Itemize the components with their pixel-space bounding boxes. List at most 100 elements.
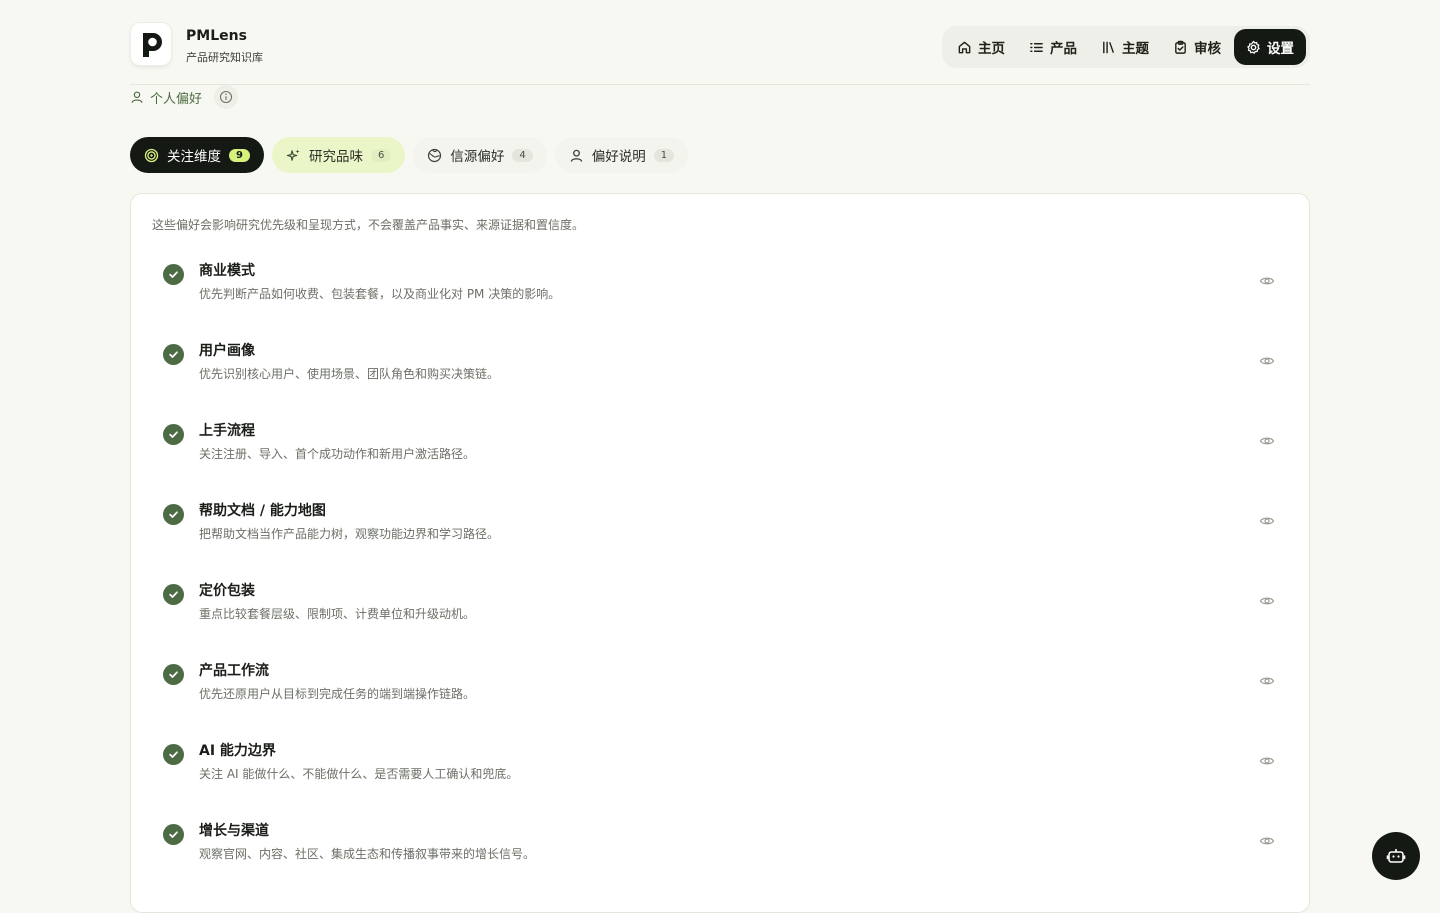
tab-count-badge: 9 (229, 148, 250, 162)
brand-subtitle: 产品研究知识库 (186, 51, 263, 64)
app-logo[interactable] (130, 22, 172, 66)
preference-tabs: 关注维度 9 研究品味 6 信源偏好 4 偏好说明 1 (130, 137, 689, 173)
dimension-row[interactable]: 用户画像优先识别核心用户、使用场景、团队角色和购买决策链。 (131, 334, 1309, 414)
nav-item-home[interactable]: 主页 (946, 29, 1016, 65)
tab-preference-notes[interactable]: 偏好说明 1 (554, 137, 689, 173)
tab-source-preference[interactable]: 信源偏好 4 (413, 137, 547, 173)
enabled-check-toggle[interactable] (163, 824, 184, 845)
dimension-title: 产品工作流 (199, 663, 269, 679)
user-icon (570, 149, 583, 162)
tab-label: 信源偏好 (450, 149, 505, 165)
panel-description: 这些偏好会影响研究优先级和呈现方式，不会覆盖产品事实、来源证据和置信度。 (152, 218, 585, 232)
check-icon (169, 351, 178, 358)
dimension-description: 观察官网、内容、社区、集成生态和传播叙事带来的增长信号。 (199, 847, 536, 861)
visibility-toggle[interactable] (1259, 433, 1275, 449)
nav-label: 主题 (1122, 41, 1149, 57)
section-title: 个人偏好 (150, 91, 203, 107)
enabled-check-toggle[interactable] (163, 424, 184, 445)
info-icon (219, 90, 233, 104)
enabled-check-toggle[interactable] (163, 664, 184, 685)
tab-research-taste[interactable]: 研究品味 6 (271, 137, 406, 173)
dimension-row[interactable]: 商业模式优先判断产品如何收费、包装套餐，以及商业化对 PM 决策的影响。 (131, 254, 1309, 334)
dimension-row[interactable]: 帮助文档 / 能力地图把帮助文档当作产品能力树，观察功能边界和学习路径。 (131, 494, 1309, 574)
nav-item-products[interactable]: 产品 (1018, 29, 1088, 65)
logo-p-icon (143, 33, 162, 57)
check-icon (169, 431, 178, 438)
dimension-title: 商业模式 (199, 263, 255, 279)
app-shell: PMLens 产品研究知识库 主页 产品 主题 审核 设置 个人偏好 关注维度 … (130, 0, 1310, 913)
nav-label: 主页 (978, 41, 1005, 57)
dimension-row[interactable]: AI 能力边界关注 AI 能做什么、不能做什么、是否需要人工确认和兜底。 (131, 734, 1309, 814)
enabled-check-toggle[interactable] (163, 744, 184, 765)
eye-icon (1259, 277, 1275, 285)
dimension-description: 关注 AI 能做什么、不能做什么、是否需要人工确认和兜底。 (199, 767, 519, 781)
list-icon (1030, 42, 1043, 52)
enabled-check-toggle[interactable] (163, 344, 184, 365)
tab-label: 研究品味 (308, 149, 363, 165)
user-icon (131, 91, 143, 103)
tab-focus-dimensions[interactable]: 关注维度 9 (130, 137, 264, 173)
dimension-title: 定价包装 (199, 583, 255, 599)
brand-name: PMLens (186, 28, 247, 44)
eye-icon (1259, 597, 1275, 605)
enabled-check-toggle[interactable] (163, 264, 184, 285)
nav-label: 设置 (1267, 41, 1294, 57)
visibility-toggle[interactable] (1259, 753, 1275, 769)
dimension-row[interactable]: 增长与渠道观察官网、内容、社区、集成生态和传播叙事带来的增长信号。 (131, 814, 1309, 894)
visibility-toggle[interactable] (1259, 273, 1275, 289)
home-icon (958, 41, 971, 53)
target-icon (144, 148, 159, 162)
tab-count-badge: 1 (653, 148, 675, 162)
section-breadcrumb: 个人偏好 (130, 85, 239, 109)
enabled-check-toggle[interactable] (163, 584, 184, 605)
dimension-title: 帮助文档 / 能力地图 (199, 503, 326, 519)
library-icon (1103, 41, 1114, 53)
dimension-row[interactable]: 上手流程关注注册、导入、首个成功动作和新用户激活路径。 (131, 414, 1309, 494)
eye-icon (1259, 517, 1275, 525)
visibility-toggle[interactable] (1259, 513, 1275, 529)
nav-item-settings[interactable]: 设置 (1234, 29, 1306, 65)
dimension-description: 优先识别核心用户、使用场景、团队角色和购买决策链。 (199, 367, 500, 381)
main-nav: 主页 产品 主题 审核 设置 (942, 26, 1310, 68)
globe-icon (428, 148, 442, 162)
nav-item-topics[interactable]: 主题 (1090, 29, 1160, 65)
assistant-button[interactable] (1372, 832, 1420, 880)
eye-icon (1259, 677, 1275, 685)
check-icon (169, 511, 178, 518)
eye-icon (1259, 357, 1275, 365)
dimension-description: 优先还原用户从目标到完成任务的端到端操作链路。 (199, 687, 476, 701)
clipboard-check-icon (1175, 40, 1186, 54)
dimension-description: 优先判断产品如何收费、包装套餐，以及商业化对 PM 决策的影响。 (199, 287, 561, 301)
visibility-toggle[interactable] (1259, 673, 1275, 689)
dimension-description: 重点比较套餐层级、限制项、计费单位和升级动机。 (199, 607, 476, 621)
sparkles-icon (286, 148, 300, 161)
gear-icon (1247, 40, 1260, 54)
check-icon (169, 271, 178, 278)
tab-label: 关注维度 (167, 149, 221, 165)
robot-icon (1386, 849, 1406, 863)
tab-count-badge: 6 (370, 148, 392, 162)
eye-icon (1259, 837, 1275, 845)
nav-item-review[interactable]: 审核 (1162, 29, 1232, 65)
visibility-toggle[interactable] (1259, 833, 1275, 849)
dimension-title: 增长与渠道 (199, 823, 269, 839)
dimension-title: 上手流程 (199, 423, 255, 439)
dimension-title: AI 能力边界 (199, 743, 276, 759)
top-header: PMLens 产品研究知识库 主页 产品 主题 审核 设置 (130, 0, 1310, 85)
check-icon (169, 831, 178, 838)
enabled-check-toggle[interactable] (163, 504, 184, 525)
check-icon (169, 591, 178, 598)
check-icon (169, 751, 178, 758)
eye-icon (1259, 437, 1275, 445)
dimension-title: 用户画像 (199, 343, 255, 359)
focus-dimensions-panel: 这些偏好会影响研究优先级和呈现方式，不会覆盖产品事实、来源证据和置信度。 商业模… (130, 193, 1310, 913)
visibility-toggle[interactable] (1259, 593, 1275, 609)
dimension-list: 商业模式 优先判断产品如何收费、包装套餐，以及商业化对 PM 决策的影响。 用户画像… (131, 254, 1309, 894)
dimension-description: 把帮助文档当作产品能力树，观察功能边界和学习路径。 (199, 527, 500, 541)
dimension-row[interactable]: 定价包装重点比较套餐层级、限制项、计费单位和升级动机。 (131, 574, 1309, 654)
dimension-row[interactable]: 产品工作流优先还原用户从目标到完成任务的端到端操作链路。 (131, 654, 1309, 734)
info-button[interactable] (214, 85, 239, 109)
dimension-description: 关注注册、导入、首个成功动作和新用户激活路径。 (199, 447, 476, 461)
visibility-toggle[interactable] (1259, 353, 1275, 369)
eye-icon (1259, 757, 1275, 765)
